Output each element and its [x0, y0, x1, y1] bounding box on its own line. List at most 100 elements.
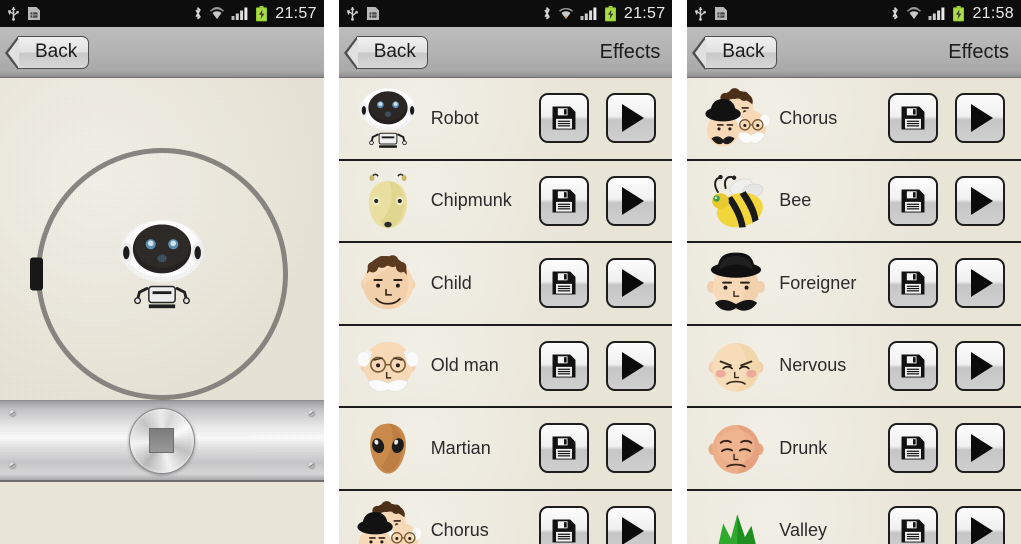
back-button[interactable]: Back	[4, 35, 90, 70]
play-button[interactable]	[606, 93, 657, 144]
effect-label: Chorus	[430, 520, 489, 541]
play-button[interactable]	[955, 258, 1006, 309]
status-bar-left-icons	[694, 6, 728, 21]
play-button[interactable]	[606, 505, 657, 544]
nervous-avatar	[707, 341, 765, 393]
floppy-disk-save-icon	[901, 519, 925, 543]
list-item[interactable]: Chorus	[339, 490, 673, 544]
save-button[interactable]	[539, 340, 590, 391]
list-item[interactable]: Old man	[338, 325, 673, 408]
effects-screen-2: 21:58 Back Effects Chorus Bee Foreigner …	[687, 0, 1021, 544]
recording-progress-ring	[29, 148, 288, 400]
play-button[interactable]	[955, 93, 1006, 144]
panel-divider	[672, 0, 688, 544]
title-bar: Back	[0, 27, 324, 78]
back-button[interactable]: Back	[343, 35, 428, 70]
play-button[interactable]	[606, 423, 657, 474]
wifi-icon	[907, 7, 922, 19]
title-bar: Back Effects	[338, 27, 673, 78]
oldman-avatar	[356, 340, 419, 393]
status-bar: 21:58	[687, 0, 1021, 27]
effect-avatar	[353, 168, 423, 234]
list-item[interactable]: Chipmunk	[338, 160, 673, 243]
play-button[interactable]	[606, 258, 657, 309]
effect-label: Old man	[430, 355, 499, 376]
play-triangle-icon	[622, 351, 645, 380]
valley-avatar	[715, 514, 760, 544]
usb-icon	[346, 7, 358, 21]
effect-label: Bee	[779, 190, 812, 211]
save-button[interactable]	[888, 93, 939, 144]
status-bar: 21:57	[338, 0, 673, 27]
save-button[interactable]	[539, 505, 590, 544]
sim-card-icon	[715, 7, 728, 20]
list-item[interactable]: Valley	[687, 490, 1021, 544]
screw-icon	[307, 462, 315, 469]
list-item[interactable]: Child	[338, 243, 673, 326]
drunk-avatar	[707, 424, 765, 475]
effect-avatar	[701, 85, 771, 151]
effects-list[interactable]: Robot Chipmunk Child Old man Martian Cho…	[338, 78, 673, 544]
save-button[interactable]	[888, 505, 939, 544]
effect-avatar	[353, 498, 423, 544]
play-button[interactable]	[606, 175, 657, 226]
recorder-screen: 21:57 Back 01:07	[0, 0, 324, 544]
list-item[interactable]: Bee	[687, 160, 1021, 243]
bluetooth-icon	[544, 7, 550, 20]
save-button[interactable]	[539, 175, 590, 226]
floppy-disk-save-icon	[901, 106, 925, 130]
save-button[interactable]	[539, 93, 590, 144]
status-bar-time: 21:57	[275, 4, 317, 22]
save-button[interactable]	[539, 258, 590, 309]
save-button[interactable]	[539, 423, 590, 474]
floppy-disk-save-icon	[552, 354, 576, 378]
save-button[interactable]	[888, 423, 939, 474]
signal-bars-icon	[580, 7, 597, 20]
play-button[interactable]	[955, 423, 1006, 474]
status-bar-right-icons: 21:57	[193, 5, 317, 23]
save-button[interactable]	[888, 340, 939, 391]
effect-label: Martian	[430, 437, 491, 458]
save-button[interactable]	[888, 258, 939, 309]
list-item[interactable]: Robot	[338, 78, 673, 161]
status-bar-right-icons: 21:58	[890, 5, 1014, 23]
list-item[interactable]: Chorus	[687, 78, 1021, 161]
play-button[interactable]	[955, 505, 1006, 544]
play-button[interactable]	[606, 340, 657, 391]
effect-label: Valley	[779, 520, 827, 541]
stop-button[interactable]	[128, 407, 195, 474]
list-item[interactable]: Martian	[338, 408, 673, 491]
list-item[interactable]: Drunk	[687, 408, 1021, 491]
floppy-disk-save-icon	[901, 189, 925, 213]
list-item[interactable]: Foreigner	[687, 243, 1021, 326]
floppy-disk-save-icon	[552, 519, 576, 543]
effect-label: Child	[430, 272, 472, 293]
screw-icon	[9, 462, 16, 469]
status-bar: 21:57	[0, 0, 324, 27]
back-button[interactable]: Back	[692, 35, 777, 70]
effect-avatar	[701, 498, 771, 544]
list-item[interactable]: Nervous	[687, 325, 1021, 408]
floppy-disk-save-icon	[901, 354, 925, 378]
effects-list[interactable]: Chorus Bee Foreigner Nervous Drunk Valle…	[687, 78, 1021, 544]
effect-avatar	[701, 250, 771, 316]
floppy-disk-save-icon	[552, 106, 576, 130]
effects-screen-1: 21:57 Back Effects Robot Chipmunk Child …	[338, 0, 673, 544]
play-triangle-icon	[971, 104, 994, 133]
save-button[interactable]	[888, 175, 939, 226]
effect-label: Foreigner	[779, 272, 857, 293]
play-triangle-icon	[622, 434, 645, 463]
title-bar: Back Effects	[687, 27, 1021, 78]
foreigner-avatar	[706, 252, 767, 312]
ring-progress-marker	[29, 257, 43, 291]
status-bar-left-icons	[346, 6, 380, 21]
status-bar-time: 21:57	[623, 4, 666, 22]
back-button-label: Back	[35, 41, 78, 62]
bee-avatar	[711, 173, 768, 232]
floppy-disk-save-icon	[552, 436, 576, 460]
play-button[interactable]	[955, 175, 1006, 226]
effect-label: Chorus	[779, 107, 838, 128]
effect-avatar	[353, 333, 423, 399]
chorus-avatar	[705, 87, 771, 148]
play-button[interactable]	[955, 340, 1006, 391]
